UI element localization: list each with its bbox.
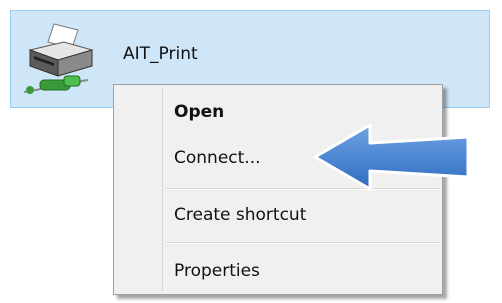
menu-separator [166, 242, 439, 244]
menu-item-connect-label: Connect... [174, 148, 261, 168]
left-arrow-icon [313, 123, 470, 191]
menu-item-create-shortcut[interactable]: Create shortcut [117, 198, 439, 232]
network-printer-icon[interactable] [20, 20, 102, 102]
menu-item-create-shortcut-label: Create shortcut [174, 205, 307, 225]
menu-item-properties[interactable]: Properties [117, 254, 439, 288]
menu-item-open-label: Open [174, 102, 225, 122]
printer-name[interactable]: AIT_Print [123, 44, 198, 64]
menu-item-properties-label: Properties [174, 261, 260, 281]
